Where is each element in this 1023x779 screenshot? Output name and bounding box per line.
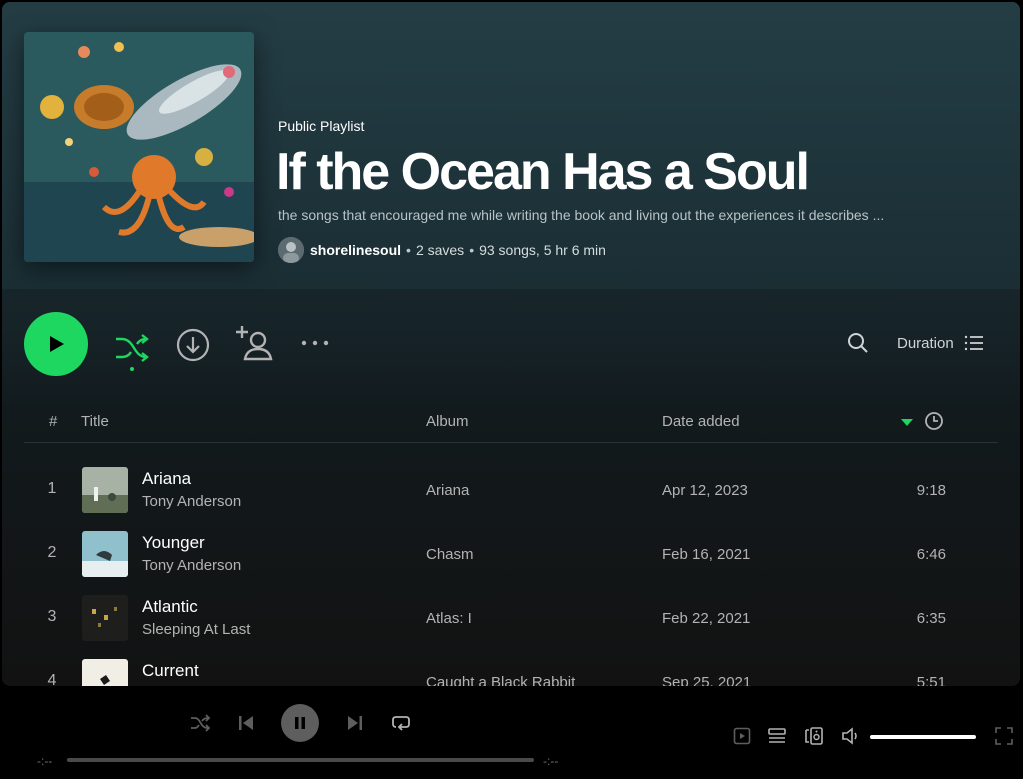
track-artist[interactable]: Tony Anderson: [142, 557, 241, 574]
track-title[interactable]: Atlantic: [142, 597, 198, 617]
skip-forward-icon: [348, 716, 362, 730]
track-thumbnail: [82, 531, 128, 577]
queue-button[interactable]: [766, 725, 788, 747]
now-playing-bar: -:-- -:--: [0, 688, 1023, 779]
playlist-header: Public Playlist If the Ocean Has a Soul …: [2, 2, 1020, 289]
playlist-description: the songs that encouraged me while writi…: [278, 207, 885, 223]
track-title[interactable]: Current: [142, 661, 199, 681]
table-row[interactable]: 4 Current Caught a Black Rabbit Sep 25, …: [24, 650, 998, 686]
track-artist[interactable]: Sleeping At Last: [142, 621, 250, 638]
column-header-title[interactable]: Title: [81, 413, 109, 430]
connect-device-button[interactable]: [803, 725, 825, 747]
shuffle-button[interactable]: [112, 327, 152, 371]
track-number: 4: [47, 672, 57, 686]
track-date-added: Sep 25, 2021: [662, 674, 752, 686]
download-button[interactable]: [175, 327, 211, 363]
play-button[interactable]: [24, 312, 88, 376]
shuffle-icon: [116, 334, 149, 371]
shuffle-toggle[interactable]: [188, 711, 212, 735]
volume-slider[interactable]: [870, 735, 976, 739]
volume-icon: [842, 727, 857, 745]
track-duration: 5:51: [916, 674, 946, 686]
action-bar: Duration: [2, 289, 1020, 399]
track-number: 2: [47, 544, 57, 561]
playlist-stats: 93 songs, 5 hr 6 min: [479, 242, 606, 258]
pause-icon: [295, 717, 305, 729]
fullscreen-icon: [995, 727, 1013, 745]
add-collaborator-button[interactable]: [234, 323, 274, 363]
track-album[interactable]: Chasm: [426, 546, 474, 563]
track-album[interactable]: Caught a Black Rabbit: [426, 674, 575, 686]
clock-icon[interactable]: [924, 411, 944, 431]
table-row[interactable]: 2 Younger Tony Anderson Chasm Feb 16, 20…: [24, 522, 998, 586]
skip-back-icon: [239, 716, 253, 730]
play-pause-button[interactable]: [281, 704, 319, 742]
list-icon: [964, 335, 983, 351]
now-playing-view-button[interactable]: [731, 725, 753, 747]
table-row[interactable]: 3 Atlantic Sleeping At Last Atlas: I Feb…: [24, 586, 998, 650]
track-table-header: # Title Album Date added: [24, 407, 998, 443]
separator-dot: •: [469, 242, 475, 258]
sort-label: Duration: [897, 334, 954, 352]
track-duration: 9:18: [916, 482, 946, 499]
track-thumbnail: [82, 659, 128, 686]
main-view: Public Playlist If the Ocean Has a Soul …: [2, 2, 1020, 686]
play-icon: [50, 336, 64, 352]
track-title[interactable]: Ariana: [142, 469, 191, 489]
next-button[interactable]: [343, 711, 367, 735]
saves-count: 2 saves: [415, 242, 465, 258]
column-header-date-added[interactable]: Date added: [662, 413, 740, 430]
track-title[interactable]: Younger: [142, 533, 205, 553]
track-duration: 6:46: [916, 546, 946, 563]
track-thumbnail: [82, 595, 128, 641]
remaining-time: -:--: [543, 754, 559, 768]
track-date-added: Feb 16, 2021: [662, 546, 751, 563]
track-number: 1: [47, 480, 57, 497]
repeat-button[interactable]: [389, 711, 413, 735]
elapsed-time: -:--: [37, 754, 53, 768]
queue-icon: [768, 728, 786, 743]
previous-button[interactable]: [234, 711, 258, 735]
add-user-icon: [236, 326, 273, 361]
owner-name-link[interactable]: shorelinesoul: [310, 242, 401, 258]
track-date-added: Apr 12, 2023: [662, 482, 748, 499]
table-row[interactable]: 1 Ariana Tony Anderson Ariana Apr 12, 20…: [24, 458, 998, 522]
column-header-album[interactable]: Album: [426, 413, 469, 430]
track-date-added: Feb 22, 2021: [662, 610, 751, 627]
playlist-type-label: Public Playlist: [278, 118, 365, 134]
search-icon: [848, 333, 868, 353]
track-number: 3: [47, 608, 57, 625]
download-icon: [176, 328, 210, 362]
more-options-button[interactable]: [298, 335, 332, 351]
mute-button[interactable]: [840, 725, 862, 747]
separator-dot: •: [406, 242, 411, 258]
track-duration: 6:35: [916, 610, 946, 627]
playlist-title: If the Ocean Has a Soul: [276, 143, 810, 201]
more-icon: [301, 340, 329, 346]
speaker-device-icon: [805, 727, 823, 745]
track-album[interactable]: Atlas: I: [426, 610, 472, 627]
search-in-playlist-button[interactable]: [846, 331, 870, 355]
track-artist[interactable]: Tony Anderson: [142, 493, 241, 510]
track-album[interactable]: Ariana: [426, 482, 469, 499]
playback-progress-bar[interactable]: [67, 758, 534, 762]
track-thumbnail: [82, 467, 128, 513]
app-window: Public Playlist If the Ocean Has a Soul …: [0, 0, 1023, 779]
sort-dropdown[interactable]: Duration: [897, 329, 984, 357]
shuffle-icon: [191, 714, 211, 732]
repeat-icon: [392, 716, 410, 731]
playlist-meta: shorelinesoul • 2 saves • 93 songs, 5 hr…: [278, 236, 606, 264]
playlist-cover-image: [24, 32, 254, 262]
owner-avatar[interactable]: [278, 237, 304, 263]
fullscreen-button[interactable]: [993, 725, 1015, 747]
now-playing-view-icon: [733, 727, 751, 745]
sort-descending-icon: [901, 419, 913, 426]
column-header-number: #: [49, 413, 58, 430]
